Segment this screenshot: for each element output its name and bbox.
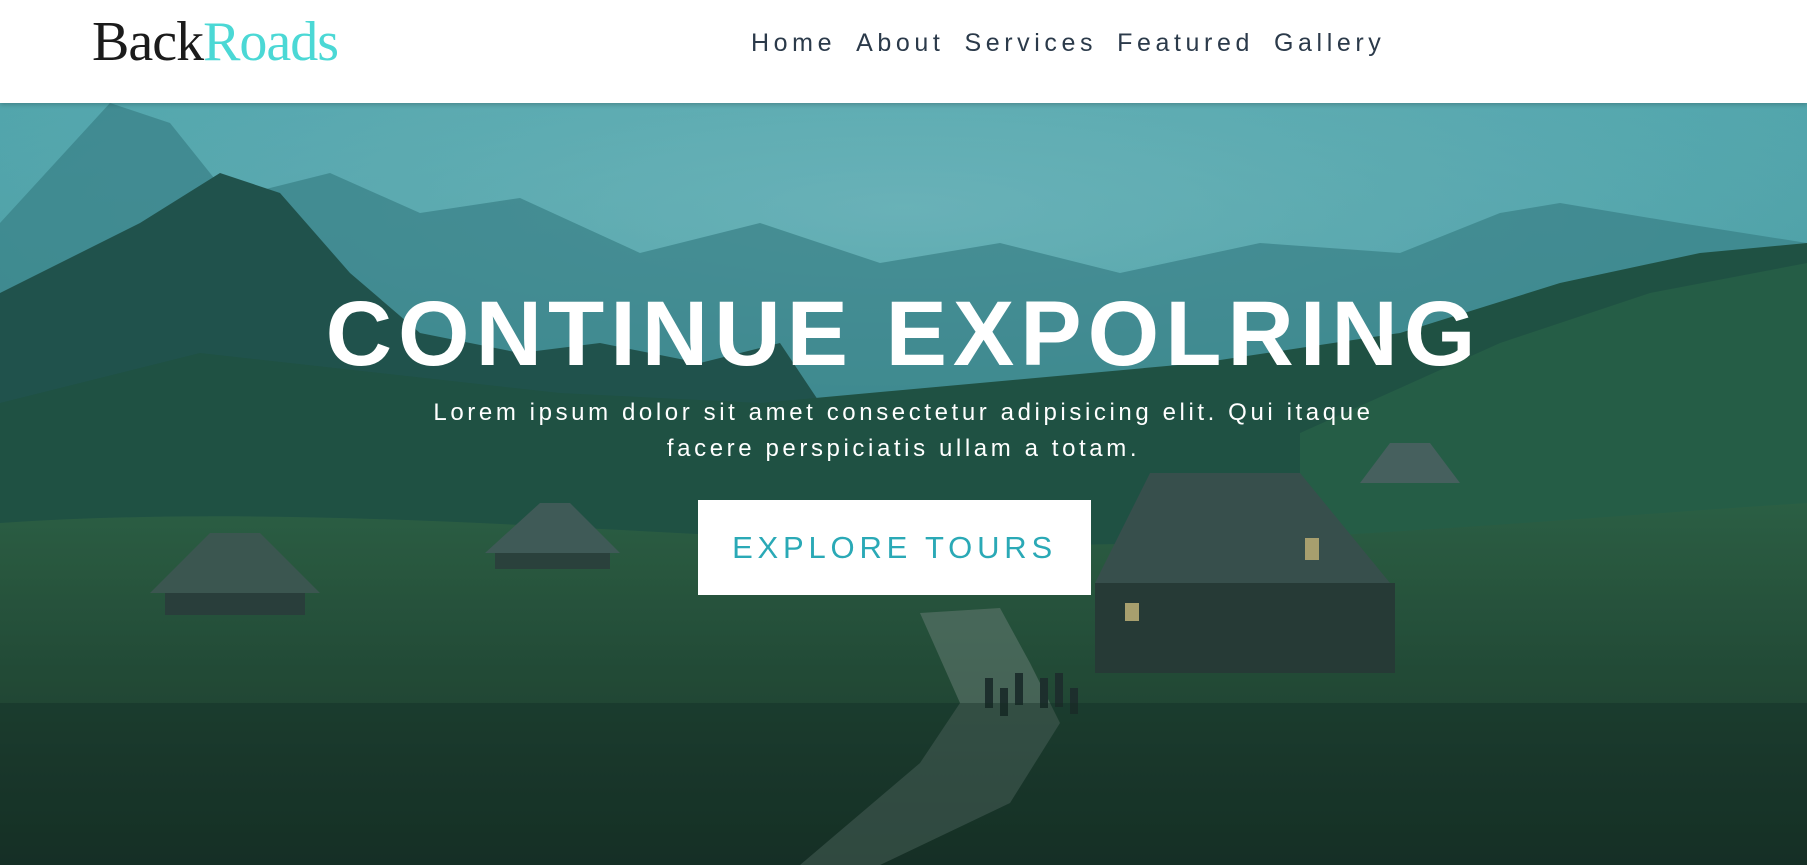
- nav-link-about[interactable]: About: [856, 26, 944, 60]
- brand-logo-part-roads: Roads: [203, 11, 339, 73]
- nav-item-services: Services: [964, 26, 1097, 60]
- hero-text: Lorem ipsum dolor sit amet consectetur a…: [433, 399, 1374, 462]
- explore-tours-button[interactable]: EXPLORE TOURS: [698, 500, 1091, 595]
- brand-logo-part-back: Back: [92, 11, 204, 73]
- nav-link-featured[interactable]: Featured: [1117, 26, 1254, 60]
- hero-overlay: [0, 103, 1807, 865]
- nav-links: Home About Services Featured Gallery: [751, 26, 1385, 60]
- brand-logo[interactable]: BackRoads: [92, 10, 339, 73]
- navbar: BackRoads Home About Services Featured G…: [0, 0, 1807, 103]
- nav-link-services[interactable]: Services: [964, 26, 1097, 60]
- nav-link-gallery[interactable]: Gallery: [1274, 26, 1385, 60]
- hero-title: CONTINUE EXPOLRING: [325, 283, 1482, 385]
- nav-item-gallery: Gallery: [1274, 26, 1385, 60]
- nav-item-about: About: [856, 26, 944, 60]
- hero-section: CONTINUE EXPOLRING Lorem ipsum dolor sit…: [0, 103, 1807, 865]
- nav-item-featured: Featured: [1117, 26, 1254, 60]
- nav-item-home: Home: [751, 26, 836, 60]
- nav-link-home[interactable]: Home: [751, 26, 836, 60]
